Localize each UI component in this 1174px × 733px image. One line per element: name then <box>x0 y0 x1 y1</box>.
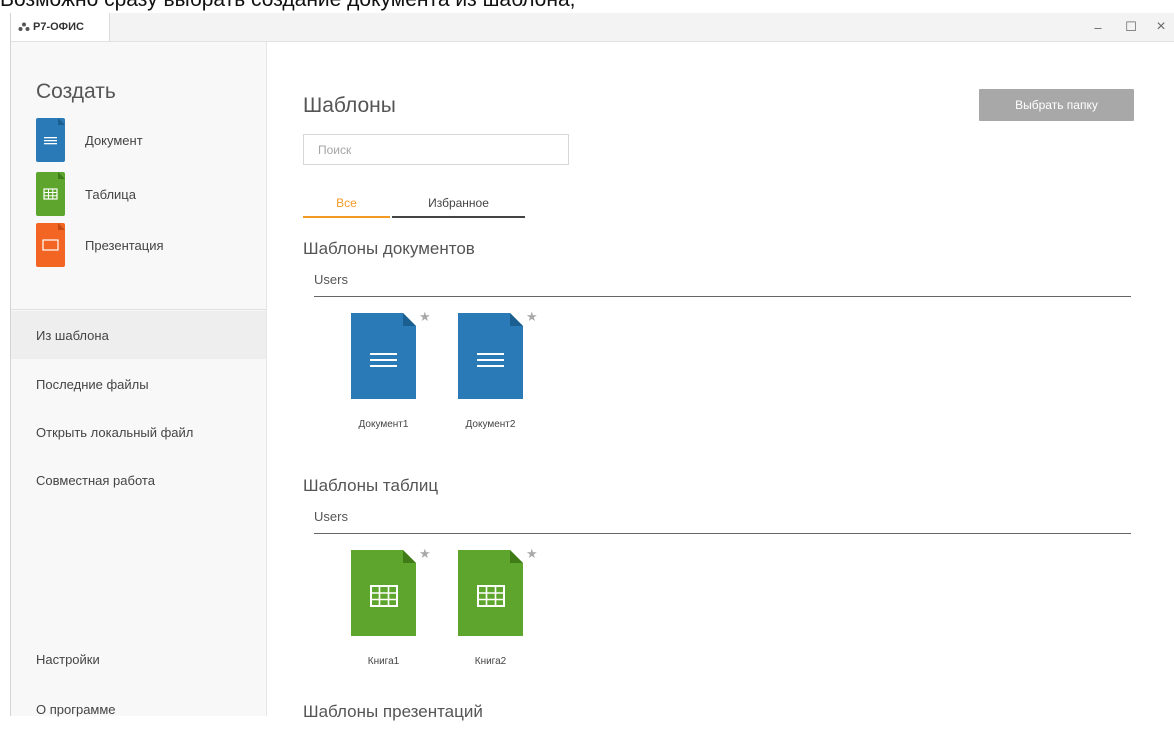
template-name: Книга1 <box>367 656 400 667</box>
title-bar: Р7-ОФИС – ☐ × <box>11 13 1174 42</box>
select-folder-button[interactable]: Выбрать папку <box>979 89 1134 121</box>
template-spreadsheet-2[interactable]: ★ Книга2 <box>438 546 538 670</box>
favorite-star-icon[interactable]: ★ <box>526 309 538 325</box>
sidebar-item-from-template[interactable]: Из шаблона <box>11 311 266 359</box>
maximize-button[interactable]: ☐ <box>1121 17 1141 37</box>
section-title-spreadsheets: Шаблоны таблиц <box>303 476 439 495</box>
sidebar: Создать Документ Таблица Презентация Из … <box>11 42 267 717</box>
template-name: Документ2 <box>465 419 516 430</box>
template-tabs: Все Избранное <box>303 190 525 218</box>
spreadsheet-icon <box>36 172 65 216</box>
create-document-button[interactable]: Документ <box>36 118 256 162</box>
sidebar-item-about[interactable]: О программе <box>11 685 266 733</box>
sidebar-item-collaboration[interactable]: Совместная работа <box>11 456 266 504</box>
create-document-label: Документ <box>85 132 143 148</box>
sidebar-item-recent-files[interactable]: Последние файлы <box>11 360 266 408</box>
document-icon <box>36 118 65 162</box>
r7-logo-icon <box>18 22 30 32</box>
sidebar-item-settings[interactable]: Настройки <box>11 635 266 683</box>
app-name: Р7-ОФИС <box>33 21 84 33</box>
template-name: Документ1 <box>358 419 409 430</box>
group-label-documents: Users <box>314 272 1131 297</box>
main-panel: Шаблоны Выбрать папку Все Избранное Шабл… <box>267 42 1174 721</box>
section-title-presentations: Шаблоны презентаций <box>303 702 483 721</box>
page-title: Шаблоны <box>303 94 396 117</box>
favorite-star-icon[interactable]: ★ <box>419 546 431 562</box>
template-document-2[interactable]: ★ Документ2 <box>438 309 538 433</box>
group-label-spreadsheets: Users <box>314 509 1131 534</box>
spreadsheet-template-icon <box>458 550 523 636</box>
minimize-button[interactable]: – <box>1088 17 1108 37</box>
favorite-star-icon[interactable]: ★ <box>419 309 431 325</box>
close-button[interactable]: × <box>1151 17 1171 37</box>
create-presentation-button[interactable]: Презентация <box>36 223 256 267</box>
section-title-documents: Шаблоны документов <box>303 239 475 258</box>
create-presentation-label: Презентация <box>85 237 164 253</box>
document-template-icon <box>351 313 416 399</box>
template-name: Книга2 <box>474 656 507 667</box>
tab-favorites[interactable]: Избранное <box>392 190 525 218</box>
create-spreadsheet-button[interactable]: Таблица <box>36 172 256 216</box>
template-document-1[interactable]: ★ Документ1 <box>331 309 431 433</box>
app-window: Р7-ОФИС – ☐ × Создать Документ Таблица П… <box>10 13 1174 721</box>
favorite-star-icon[interactable]: ★ <box>526 546 538 562</box>
tab-all[interactable]: Все <box>303 190 390 218</box>
sidebar-item-open-local-file[interactable]: Открыть локальный файл <box>11 408 266 456</box>
create-title: Создать <box>36 80 116 103</box>
search-input[interactable] <box>303 134 569 165</box>
presentation-icon <box>36 223 65 267</box>
sidebar-divider <box>11 309 266 310</box>
create-spreadsheet-label: Таблица <box>85 186 136 202</box>
caption-text: Возможно сразу выбрать создание документ… <box>0 0 1174 12</box>
spreadsheet-template-icon <box>351 550 416 636</box>
app-tab[interactable]: Р7-ОФИС <box>11 13 110 41</box>
template-spreadsheet-1[interactable]: ★ Книга1 <box>331 546 431 670</box>
document-template-icon <box>458 313 523 399</box>
